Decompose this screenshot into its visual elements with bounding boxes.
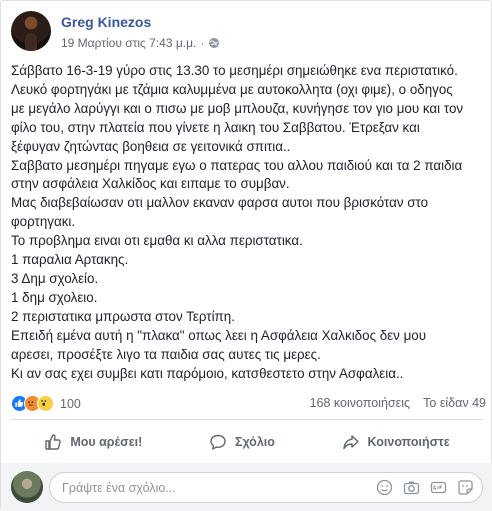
comment-button[interactable]: Σχόλιο	[209, 433, 275, 451]
comment-composer: Γράψτε ένα σχόλιο...	[1, 463, 492, 511]
like-button-label: Μου αρέσει!	[70, 435, 143, 449]
like-button[interactable]: Μου αρέσει!	[44, 433, 142, 451]
seen-count[interactable]: Το είδαν 49	[423, 396, 486, 410]
post-card: Greg Kinezos 19 Μαρτίου στις 7:43 μ.μ. ·…	[0, 0, 492, 511]
author-name[interactable]: Greg Kinezos	[61, 14, 151, 30]
post-line: Μας διαβεβαίωσαν οτι μαλλον εκαναν φαρσα…	[11, 195, 429, 211]
post-line: 2 περιστατικα μπρωστα στον Τερτίπη.	[11, 308, 235, 324]
share-icon	[342, 435, 359, 450]
emoji-icon[interactable]	[376, 479, 393, 496]
post-line: στην ασφάλεια Χαλκίδος και ειπαμε το συμ…	[11, 176, 290, 192]
reactions-summary[interactable]: 100	[11, 395, 81, 412]
user-avatar	[11, 471, 43, 503]
gif-icon[interactable]	[430, 479, 447, 496]
post-line: αρεσει, προσέξτε λιγο τα παιδια σας αυτε…	[11, 346, 321, 362]
post-line: Σάββατο 16-3-19 γύρο στις 13.30 το μεσημ…	[11, 63, 458, 78]
post-line: Το προβλημα ειναι οτι εμαθα κι αλλα περι…	[11, 233, 303, 249]
post-line: Κι αν σας εχει συμβει κατι παρόμοιο, κατ…	[11, 365, 404, 381]
post-stats: 100 168 κοινοποιήσεις Το είδαν 49	[11, 393, 486, 415]
post-line: Σαββατο μεσημέρι πηγαμε εγω ο πατερας το…	[11, 157, 463, 173]
post-meta: 19 Μαρτίου στις 7:43 μ.μ. ·	[61, 36, 220, 50]
comment-icon	[210, 434, 226, 450]
post-line: φορτηγακι.	[11, 214, 76, 230]
comment-input[interactable]: Γράψτε ένα σχόλιο...	[49, 472, 483, 503]
thumbs-up-icon	[45, 434, 62, 450]
reaction-count: 100	[60, 396, 81, 411]
post-line: 1 δημ σχολειο.	[11, 289, 98, 305]
post-line: 1 παραλια Αρτακης.	[11, 252, 129, 268]
sticker-icon[interactable]	[457, 479, 474, 496]
divider	[11, 419, 483, 420]
comment-button-label: Σχόλιο	[234, 435, 275, 449]
globe-icon[interactable]	[208, 37, 220, 49]
post-line: Επειδή εμένα αυτή η "πλακα" οπως λεει η …	[11, 327, 427, 343]
post-header: Greg Kinezos 19 Μαρτίου στις 7:43 μ.μ. ·	[11, 11, 481, 53]
comment-input-icons	[376, 479, 474, 496]
share-button-label: Κοινοποιήστε	[367, 435, 450, 449]
share-button[interactable]: Κοινοποιήστε	[342, 433, 450, 451]
shares-count[interactable]: 168 κοινοποιήσεις	[310, 396, 410, 410]
post-line: ξέφυγαν ζητώντας βοηθεια σε γειτονικά σπ…	[11, 138, 291, 154]
post-line: Λευκό φορτηγάκι με τζάμια καλυμμένα με α…	[11, 81, 453, 97]
camera-icon[interactable]	[403, 479, 420, 496]
post-body: Σάββατο 16-3-19 γύρο στις 13.30 το μεσημ…	[11, 62, 486, 383]
post-line: φίλο του, στην πλατεία που γίνετε η λαικ…	[11, 119, 420, 135]
post-line: 3 Δημ σχολείο.	[11, 270, 99, 286]
wow-icon	[37, 395, 54, 412]
author-avatar[interactable]	[11, 11, 51, 51]
comment-placeholder: Γράψτε ένα σχόλιο...	[62, 481, 176, 495]
post-line: με μεγάλο λαρύγγι και ο πισω με μοβ μπλο…	[11, 100, 464, 116]
post-timestamp[interactable]: 19 Μαρτίου στις 7:43 μ.μ.	[61, 36, 196, 50]
action-bar: Μου αρέσει! Σχόλιο Κοινοποιήστε	[11, 425, 483, 459]
